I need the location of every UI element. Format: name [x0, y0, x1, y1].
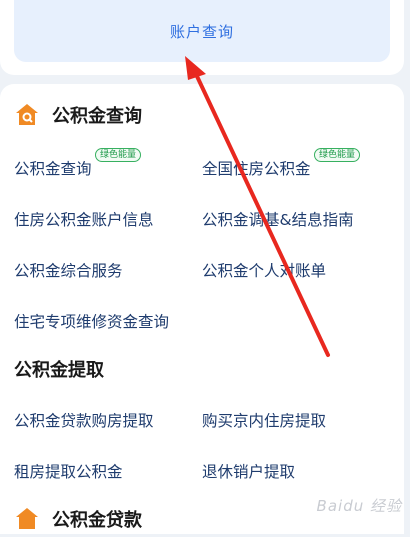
baidu-watermark: Baidu 经验: [316, 497, 402, 515]
red-arrow-annotation: [185, 56, 330, 357]
